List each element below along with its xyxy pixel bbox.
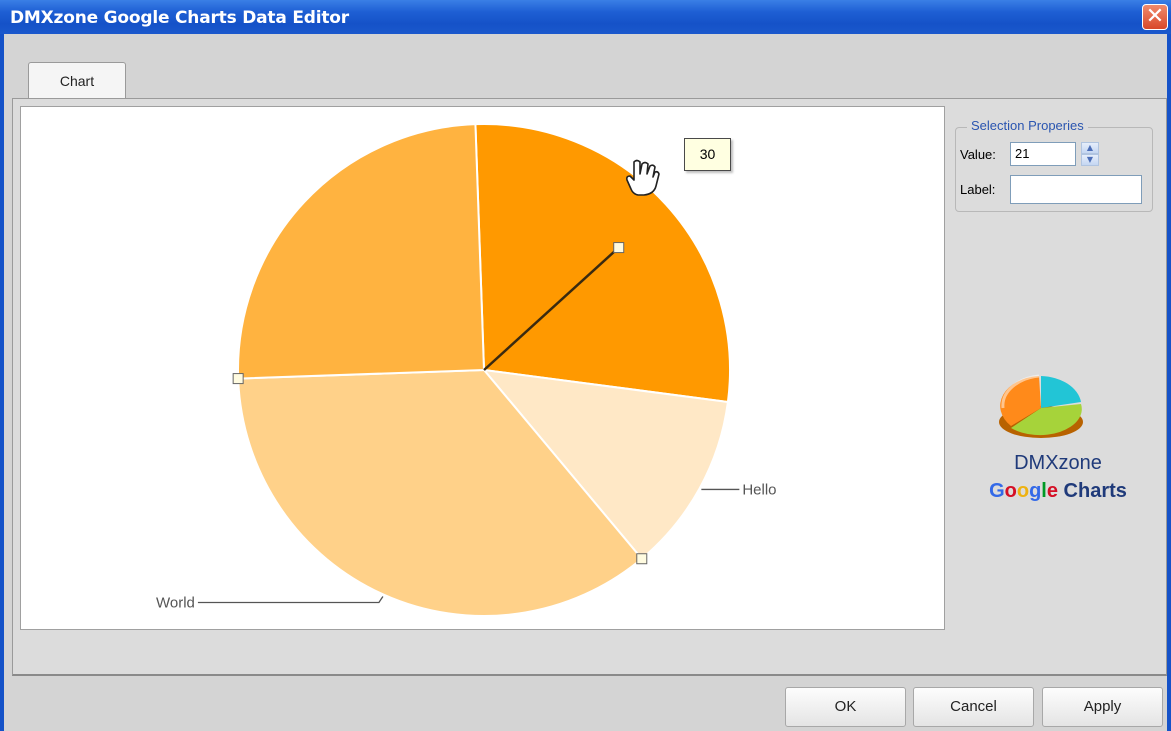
label-input[interactable] xyxy=(1010,175,1142,204)
google-letter: o xyxy=(1016,480,1030,502)
google-letter: G xyxy=(989,480,1005,502)
google-letter: e xyxy=(1046,480,1058,502)
value-label: Value: xyxy=(960,147,996,162)
label-label: Label: xyxy=(960,182,996,197)
spin-down-icon[interactable]: ▼ xyxy=(1081,154,1099,166)
close-icon[interactable]: ✕ xyxy=(1142,4,1168,30)
value-tooltip: 30 xyxy=(684,138,731,171)
value-input[interactable]: 21 xyxy=(1010,142,1076,166)
brand-product: Google Charts xyxy=(978,480,1138,503)
value-spinner[interactable]: ▲ ▼ xyxy=(1081,142,1099,166)
ok-button[interactable]: OK xyxy=(785,687,906,727)
google-wordmark: Google xyxy=(989,480,1063,502)
selection-drag-handle[interactable] xyxy=(613,242,625,254)
cancel-button[interactable]: Cancel xyxy=(913,687,1034,727)
pie-slice[interactable] xyxy=(237,123,486,380)
brand-charts: Charts xyxy=(1063,480,1127,502)
spin-up-icon[interactable]: ▲ xyxy=(1081,142,1099,154)
slice-label: Hello xyxy=(742,481,776,498)
slice-drag-handle[interactable] xyxy=(636,553,648,565)
brand-name: DMXzone xyxy=(1014,452,1102,474)
slice-label: World xyxy=(156,594,195,611)
apply-button[interactable]: Apply xyxy=(1042,687,1163,727)
hand-cursor-icon xyxy=(626,159,660,196)
title-bar: DMXzone Google Charts Data Editor ✕ xyxy=(0,0,1171,34)
pie-chart-logo-icon xyxy=(999,374,1083,438)
slice-label-leader xyxy=(197,596,384,604)
tab-chart[interactable]: Chart xyxy=(28,62,126,98)
chart-area[interactable]: Hello World xyxy=(20,106,945,630)
selection-properties-title: Selection Properies xyxy=(967,118,1088,133)
pie-chart[interactable]: Hello World xyxy=(21,107,944,629)
google-letter: o xyxy=(1004,480,1017,502)
slice-drag-handle[interactable] xyxy=(232,373,244,385)
window-title: DMXzone Google Charts Data Editor xyxy=(10,8,349,28)
google-letter: g xyxy=(1029,480,1042,502)
